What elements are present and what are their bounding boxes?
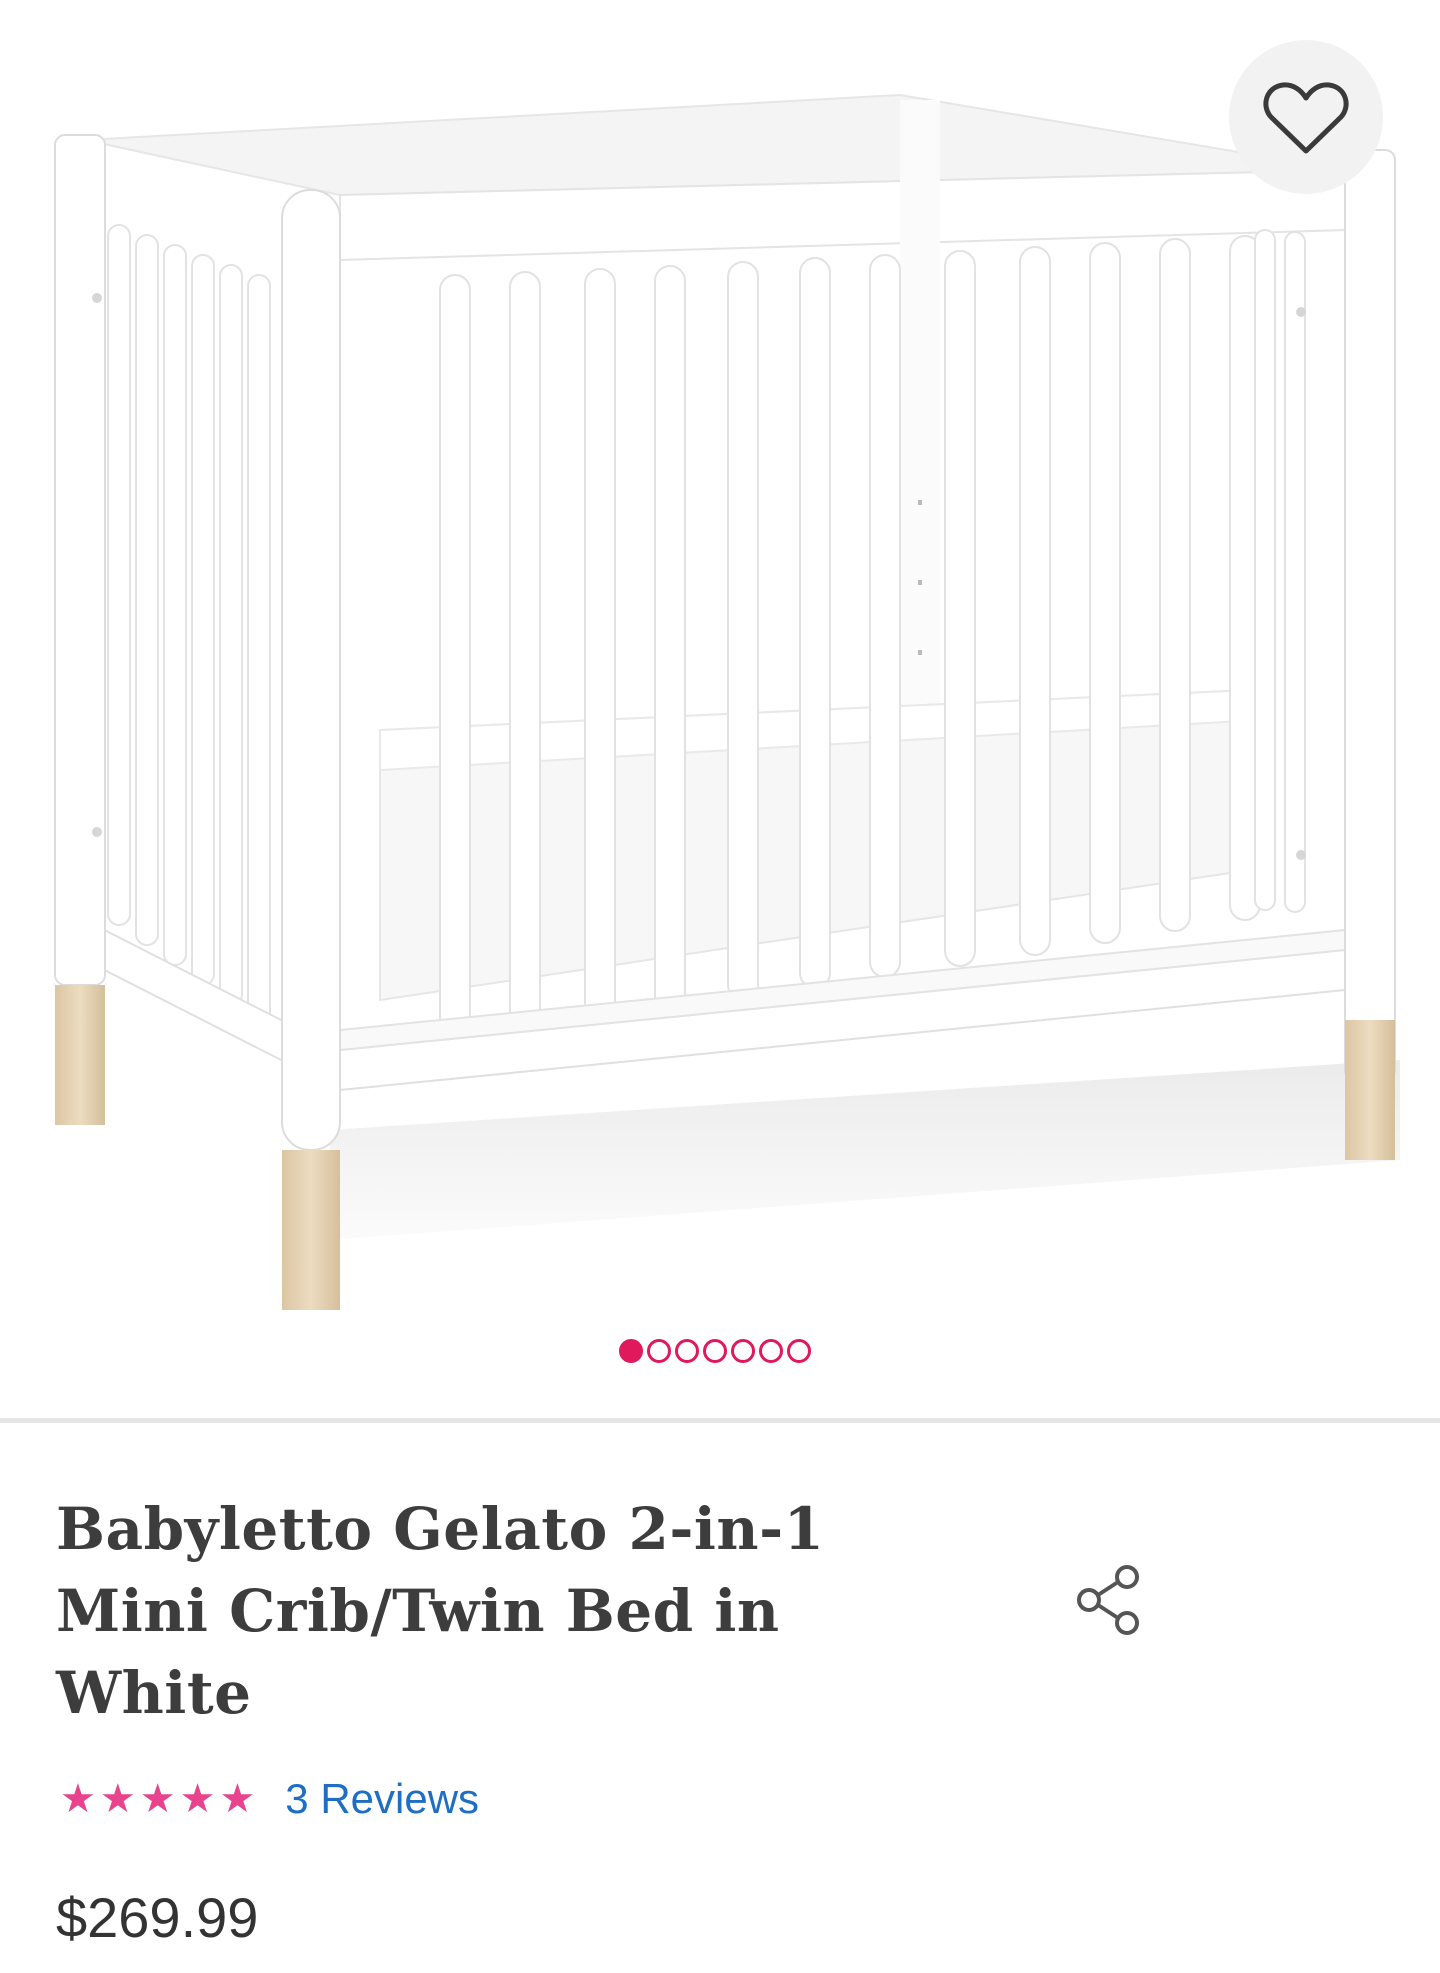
- carousel-dot-6[interactable]: [759, 1339, 783, 1363]
- carousel-dot-7[interactable]: [787, 1339, 811, 1363]
- share-icon: [1077, 1565, 1139, 1635]
- section-divider: [0, 1418, 1440, 1423]
- star-icon: ★: [99, 1777, 136, 1821]
- star-icon: ★: [219, 1777, 256, 1821]
- star-icon: ★: [179, 1777, 216, 1821]
- star-rating: ★ ★ ★ ★ ★: [60, 1776, 255, 1822]
- product-image[interactable]: [0, 0, 1440, 1320]
- carousel-dot-4[interactable]: [703, 1339, 727, 1363]
- product-image-gallery[interactable]: [0, 0, 1440, 1418]
- carousel-dot-2[interactable]: [647, 1339, 671, 1363]
- product-price: $269.99: [56, 1886, 259, 1949]
- star-icon: ★: [139, 1777, 176, 1821]
- carousel-dot-5[interactable]: [731, 1339, 755, 1363]
- reviews-link[interactable]: 3 Reviews: [285, 1775, 479, 1823]
- product-rating[interactable]: ★ ★ ★ ★ ★ 3 Reviews: [60, 1775, 479, 1823]
- carousel-dot-1[interactable]: [619, 1339, 643, 1363]
- favorite-button[interactable]: [1229, 40, 1383, 194]
- share-button[interactable]: [1070, 1560, 1150, 1640]
- product-title: Babyletto Gelato 2-in-1 Mini Crib/Twin B…: [56, 1495, 825, 1727]
- star-icon: ★: [60, 1777, 96, 1821]
- carousel-pagination[interactable]: [619, 1339, 811, 1363]
- carousel-dot-3[interactable]: [675, 1339, 699, 1363]
- heart-outline-icon: [1263, 82, 1349, 154]
